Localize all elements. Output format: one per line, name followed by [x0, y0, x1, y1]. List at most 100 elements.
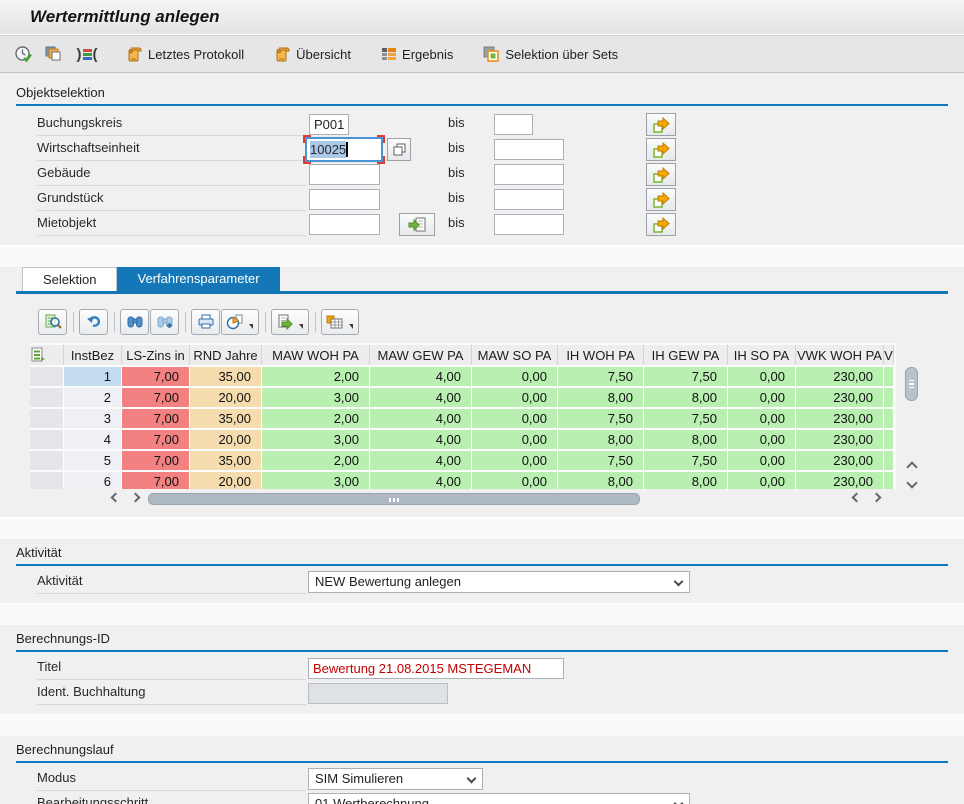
grid-column-header[interactable]: V [884, 345, 894, 365]
grid-column-header[interactable]: IH SO PA [728, 345, 796, 365]
grid-row-selector[interactable] [30, 430, 64, 449]
grid-cell[interactable]: 7,00 [122, 472, 190, 489]
grid-cell[interactable]: 20,00 [190, 388, 262, 407]
grid-column-header[interactable]: IH GEW PA [644, 345, 728, 365]
scroll-down-icon[interactable] [906, 477, 917, 488]
grid-cell[interactable]: 230,00 [796, 472, 884, 489]
grid-cell[interactable]: 0,00 [472, 472, 558, 489]
grid-column-header[interactable]: MAW GEW PA [370, 345, 472, 365]
grundstueck-input[interactable] [309, 189, 380, 210]
grid-cell[interactable]: 230,00 [796, 367, 884, 386]
grid-cell[interactable]: 20,00 [190, 472, 262, 489]
grid-cell[interactable]: 7,00 [122, 388, 190, 407]
grid-cell[interactable]: 230,00 [796, 388, 884, 407]
grid-cell[interactable]: 8,00 [644, 430, 728, 449]
buchungskreis-input[interactable] [309, 114, 349, 135]
grid-cell[interactable]: 0,00 [728, 451, 796, 470]
grid-cell[interactable]: 0,00 [728, 472, 796, 489]
grid-column-header[interactable]: VWK WOH PA [796, 345, 884, 365]
buchungskreis-multiselect-button[interactable] [646, 113, 676, 136]
grid-cell[interactable]: 230,00 [796, 430, 884, 449]
grid-cell[interactable]: 8,00 [644, 472, 728, 489]
grid-cell[interactable] [884, 409, 894, 428]
mietobjekt-input[interactable] [309, 214, 380, 235]
vscroll-thumb[interactable] [905, 367, 918, 401]
find-next-button[interactable] [150, 309, 179, 335]
grid-cell[interactable]: 230,00 [796, 409, 884, 428]
grundstueck-bis-input[interactable] [494, 189, 564, 210]
aktivitaet-select[interactable]: NEW Bewertung anlegen [308, 571, 690, 593]
grid-cell[interactable]: 3,00 [262, 388, 370, 407]
grid-row[interactable]: 67,0020,003,004,000,008,008,000,00230,00 [30, 472, 894, 489]
scroll-right-icon[interactable] [132, 494, 139, 501]
scroll-right-icon[interactable] [873, 494, 880, 501]
gebaeude-input[interactable] [309, 164, 380, 185]
grid-column-header[interactable]: RND Jahre [190, 345, 262, 365]
scroll-left-icon[interactable] [853, 494, 860, 501]
grid-cell[interactable] [884, 472, 894, 489]
grid-column-header[interactable]: IH WOH PA [558, 345, 644, 365]
grid-cell[interactable]: 7,50 [558, 409, 644, 428]
grid-cell[interactable]: 4,00 [370, 430, 472, 449]
grid-cell[interactable]: 0,00 [472, 451, 558, 470]
wirtschaftseinheit-f4-button[interactable] [387, 138, 411, 161]
result-button[interactable]: Ergebnis [373, 43, 461, 65]
grid-cell[interactable]: 7,50 [558, 451, 644, 470]
grid-cell[interactable] [884, 367, 894, 386]
grid-cell[interactable]: 8,00 [558, 430, 644, 449]
grid-cell[interactable]: 0,00 [728, 409, 796, 428]
grid-column-header[interactable]: InstBez [64, 345, 122, 365]
grid-cell[interactable]: 20,00 [190, 430, 262, 449]
grid-cell[interactable] [884, 388, 894, 407]
execute-button[interactable] [10, 41, 36, 67]
grid-column-header[interactable]: LS-Zins in [122, 345, 190, 365]
bearbeitungsschritt-select[interactable]: 01 Wertberechnung [308, 793, 690, 804]
grid-cell[interactable]: 3,00 [262, 430, 370, 449]
mietobjekt-bis-input[interactable] [494, 214, 564, 235]
grid-cell[interactable] [884, 430, 894, 449]
grid-cell[interactable]: 7,50 [644, 451, 728, 470]
grid-vertical-scrollbar[interactable] [904, 367, 919, 489]
modus-select[interactable]: SIM Simulieren [308, 768, 483, 790]
grid-row[interactable]: 57,0035,002,004,000,007,507,500,00230,00 [30, 451, 894, 470]
get-variant-button[interactable]: ) ( [70, 41, 104, 67]
print-button[interactable] [191, 309, 220, 335]
layout-menu-button[interactable] [321, 309, 359, 335]
wirtschaftseinheit-input[interactable]: 10025 [305, 137, 383, 162]
grid-cell[interactable]: 1 [64, 367, 122, 386]
grid-cell[interactable]: 230,00 [796, 451, 884, 470]
grid-cell[interactable]: 0,00 [472, 430, 558, 449]
grid-cell[interactable]: 7,00 [122, 367, 190, 386]
grid-cell[interactable]: 8,00 [558, 472, 644, 489]
grid-cell[interactable]: 4,00 [370, 451, 472, 470]
grid-column-header[interactable]: MAW WOH PA [262, 345, 370, 365]
chart-menu-button[interactable] [221, 309, 259, 335]
grid-corner-cell[interactable] [30, 345, 64, 365]
grid-row[interactable]: 37,0035,002,004,000,007,507,500,00230,00 [30, 409, 894, 428]
grid-cell[interactable]: 4,00 [370, 388, 472, 407]
wirtschaftseinheit-bis-input[interactable] [494, 139, 564, 160]
grid-cell[interactable]: 2 [64, 388, 122, 407]
mietobjekt-paste-button[interactable] [399, 213, 435, 236]
grid-row-selector[interactable] [30, 388, 64, 407]
grid-cell[interactable]: 0,00 [472, 388, 558, 407]
grid-cell[interactable]: 7,00 [122, 409, 190, 428]
selection-via-sets-button[interactable]: Selektion über Sets [475, 43, 626, 66]
grid-row[interactable]: 47,0020,003,004,000,008,008,000,00230,00 [30, 430, 894, 449]
grid-cell[interactable]: 35,00 [190, 367, 262, 386]
copy-button[interactable] [40, 41, 66, 67]
grid-cell[interactable]: 3,00 [262, 472, 370, 489]
grid-cell[interactable]: 4,00 [370, 409, 472, 428]
grid-cell[interactable]: 2,00 [262, 451, 370, 470]
grid-horizontal-scrollbar[interactable] [30, 491, 896, 507]
wirtschaftseinheit-multiselect-button[interactable] [646, 138, 676, 161]
grid-cell[interactable]: 7,50 [644, 367, 728, 386]
grid-row[interactable]: 17,0035,002,004,000,007,507,500,00230,00 [30, 367, 894, 386]
grid-cell[interactable]: 7,00 [122, 430, 190, 449]
grid-cell[interactable]: 7,50 [558, 367, 644, 386]
grid-cell[interactable] [884, 451, 894, 470]
grid-cell[interactable]: 7,50 [644, 409, 728, 428]
grid-cell[interactable]: 2,00 [262, 367, 370, 386]
grid-cell[interactable]: 35,00 [190, 451, 262, 470]
grid-row-selector[interactable] [30, 451, 64, 470]
